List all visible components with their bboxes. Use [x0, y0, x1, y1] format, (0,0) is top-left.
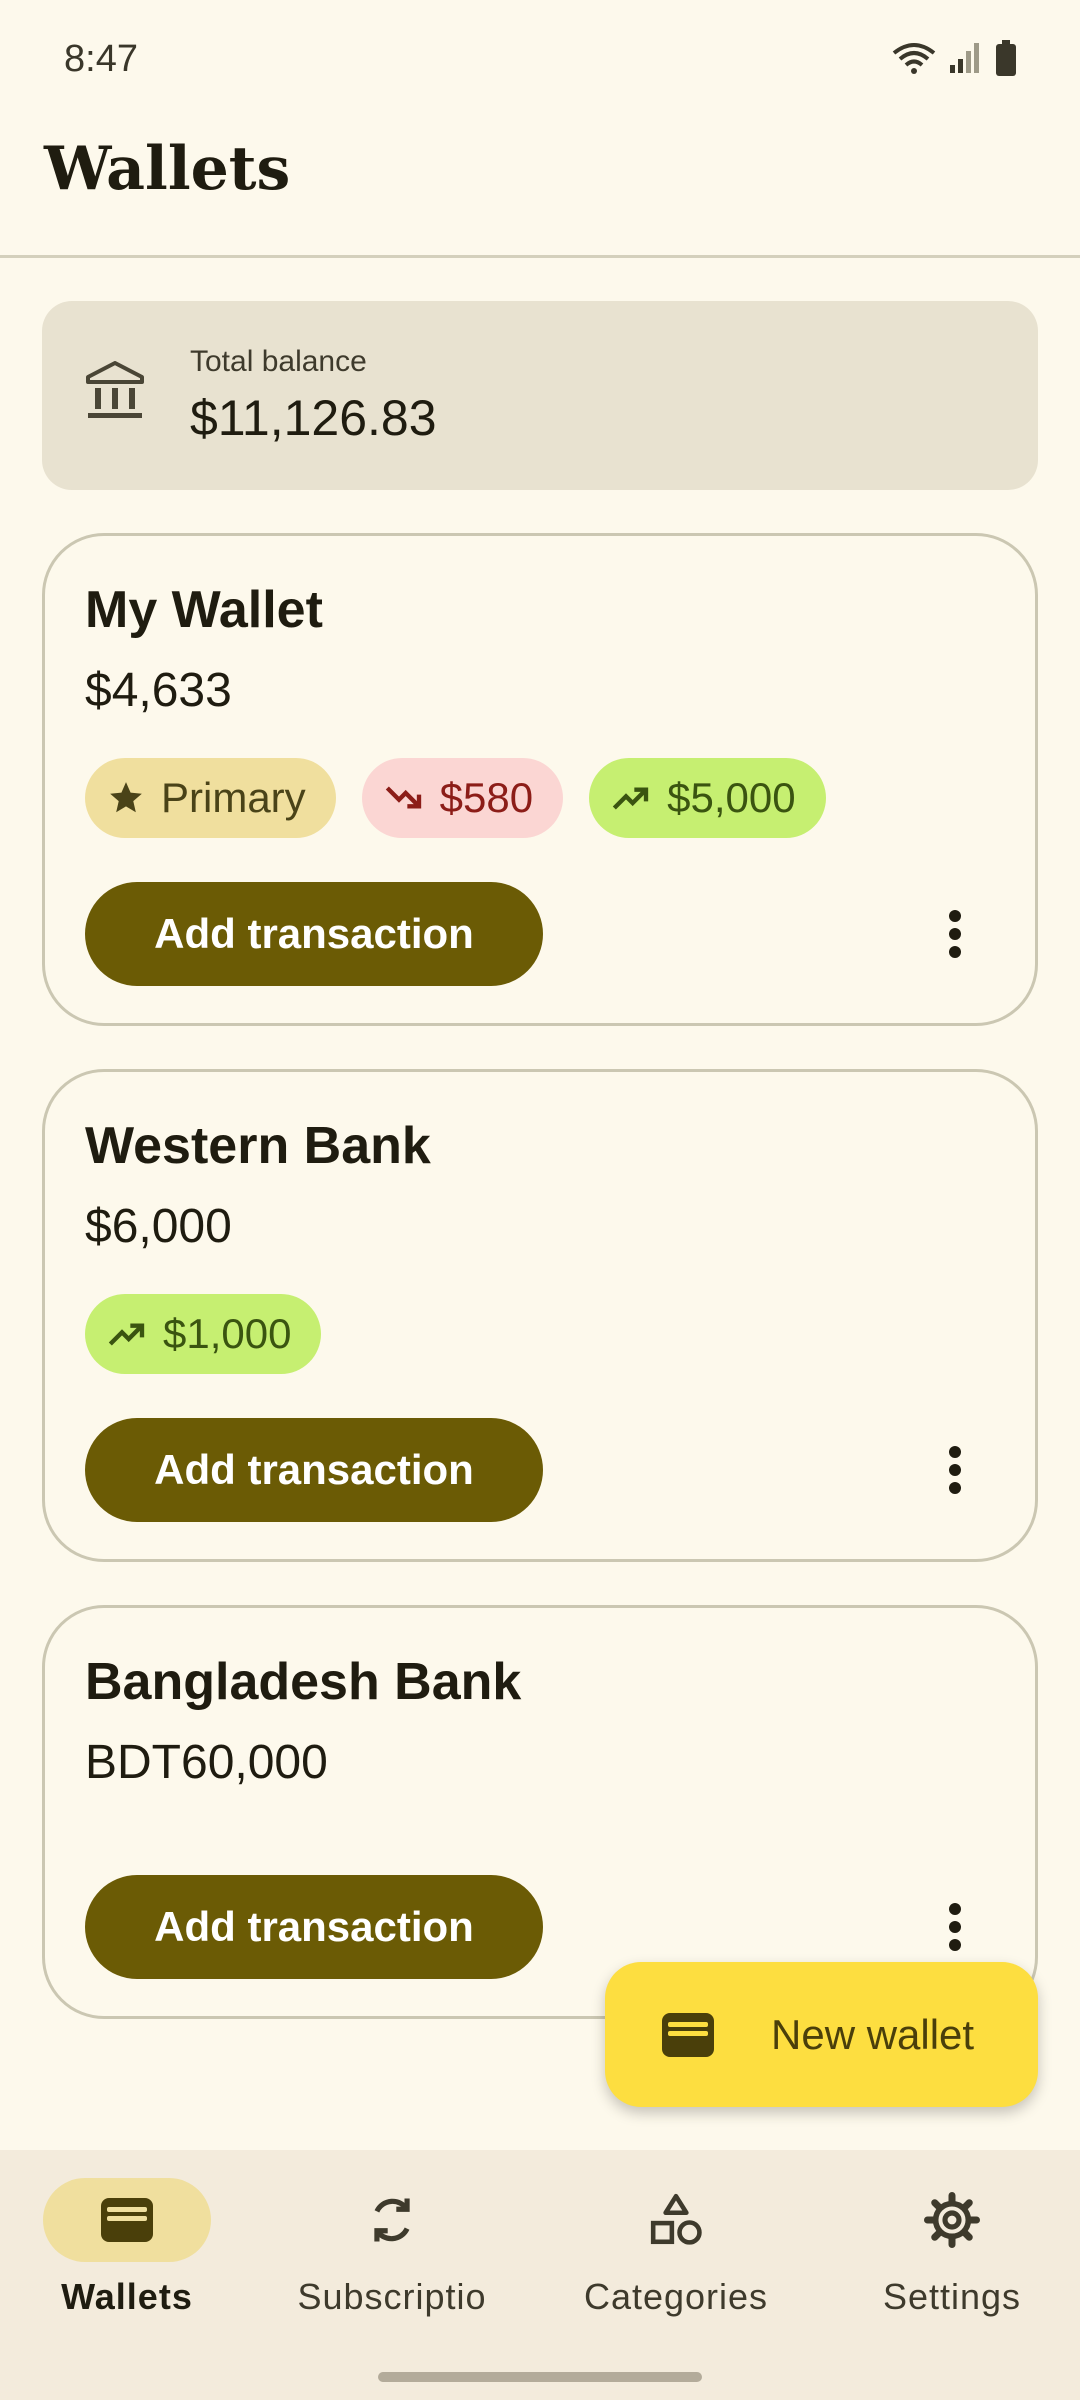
sync-icon — [374, 2198, 410, 2242]
wallet-name: My Wallet — [85, 581, 323, 639]
total-balance-card: Total balance $11,126.83 — [42, 301, 1038, 490]
bottom-navigation: Wallets Subscriptio Categories Settings — [0, 2150, 1080, 2400]
income-chip-value: $5,000 — [667, 774, 796, 821]
nav-item-settings[interactable]: Settings — [817, 2178, 1080, 2318]
nav-item-wallets[interactable]: Wallets — [0, 2178, 262, 2318]
add-transaction-button[interactable]: Add transaction — [85, 1875, 543, 1979]
total-balance-label: Total balance — [190, 345, 367, 378]
more-vert-icon — [949, 910, 961, 958]
add-transaction-button[interactable]: Add transaction — [85, 1418, 543, 1522]
wallet-balance: $6,000 — [85, 1200, 232, 1253]
wallet-chips: Primary $580 $5,000 — [85, 758, 826, 838]
nav-indicator — [308, 2178, 476, 2262]
page-title: Wallets — [44, 134, 291, 204]
more-options-button[interactable] — [925, 1887, 985, 1967]
wallet-card-my-wallet[interactable]: My Wallet $4,633 Primary $580 $5,000 Add… — [42, 533, 1038, 1026]
wallet-name: Bangladesh Bank — [85, 1653, 522, 1711]
wallet-card-bangladesh-bank[interactable]: Bangladesh Bank BDT60,000 Add transactio… — [42, 1605, 1038, 2019]
expense-chip: $580 — [361, 758, 564, 838]
nav-indicator — [868, 2178, 1036, 2262]
wifi-icon — [892, 43, 936, 74]
more-vert-icon — [949, 1903, 961, 1951]
status-bar: 8:47 — [0, 0, 1080, 120]
trending-down-icon — [385, 786, 421, 809]
income-chip-value: $1,000 — [163, 1310, 292, 1357]
more-options-button[interactable] — [925, 1430, 985, 1510]
new-wallet-fab[interactable]: New wallet — [605, 1962, 1038, 2107]
wallet-icon — [101, 2198, 153, 2242]
shapes-icon — [650, 2193, 702, 2245]
wallet-name: Western Bank — [85, 1117, 431, 1175]
trending-up-icon — [612, 787, 649, 810]
trending-up-icon — [108, 1323, 145, 1346]
header-divider — [0, 255, 1080, 258]
signal-icon — [950, 43, 979, 73]
wallet-balance: $4,633 — [85, 664, 232, 717]
add-transaction-button[interactable]: Add transaction — [85, 882, 543, 986]
nav-indicator — [43, 2178, 211, 2262]
income-chip: $1,000 — [85, 1294, 322, 1374]
wallet-card-western-bank[interactable]: Western Bank $6,000 $1,000 Add transacti… — [42, 1069, 1038, 1562]
bank-icon — [86, 361, 144, 418]
total-balance-value: $11,126.83 — [190, 390, 437, 446]
wallet-balance: BDT60,000 — [85, 1736, 328, 1789]
expense-chip-value: $580 — [439, 774, 534, 821]
nav-label: Wallets — [61, 2276, 193, 2317]
more-vert-icon — [949, 1446, 961, 1494]
nav-indicator — [592, 2178, 760, 2262]
wallet-icon — [662, 2012, 714, 2057]
income-chip: $5,000 — [589, 758, 826, 838]
primary-chip-label: Primary — [161, 774, 306, 821]
more-options-button[interactable] — [925, 894, 985, 974]
new-wallet-label: New wallet — [771, 2010, 975, 2058]
nav-label: Categories — [583, 2276, 769, 2317]
gear-icon — [924, 2192, 980, 2248]
star-icon — [110, 782, 142, 813]
gesture-bar[interactable] — [378, 2372, 702, 2382]
wallet-chips: $1,000 — [85, 1294, 322, 1374]
nav-item-categories[interactable]: Categories — [541, 2178, 811, 2318]
status-time: 8:47 — [64, 38, 138, 80]
status-icons — [892, 40, 1018, 76]
primary-chip: Primary — [85, 758, 336, 838]
battery-icon — [996, 40, 1016, 76]
nav-label: Subscriptio — [297, 2276, 487, 2317]
nav-label: Settings — [882, 2276, 1022, 2317]
nav-item-subscriptions[interactable]: Subscriptio — [257, 2178, 527, 2318]
